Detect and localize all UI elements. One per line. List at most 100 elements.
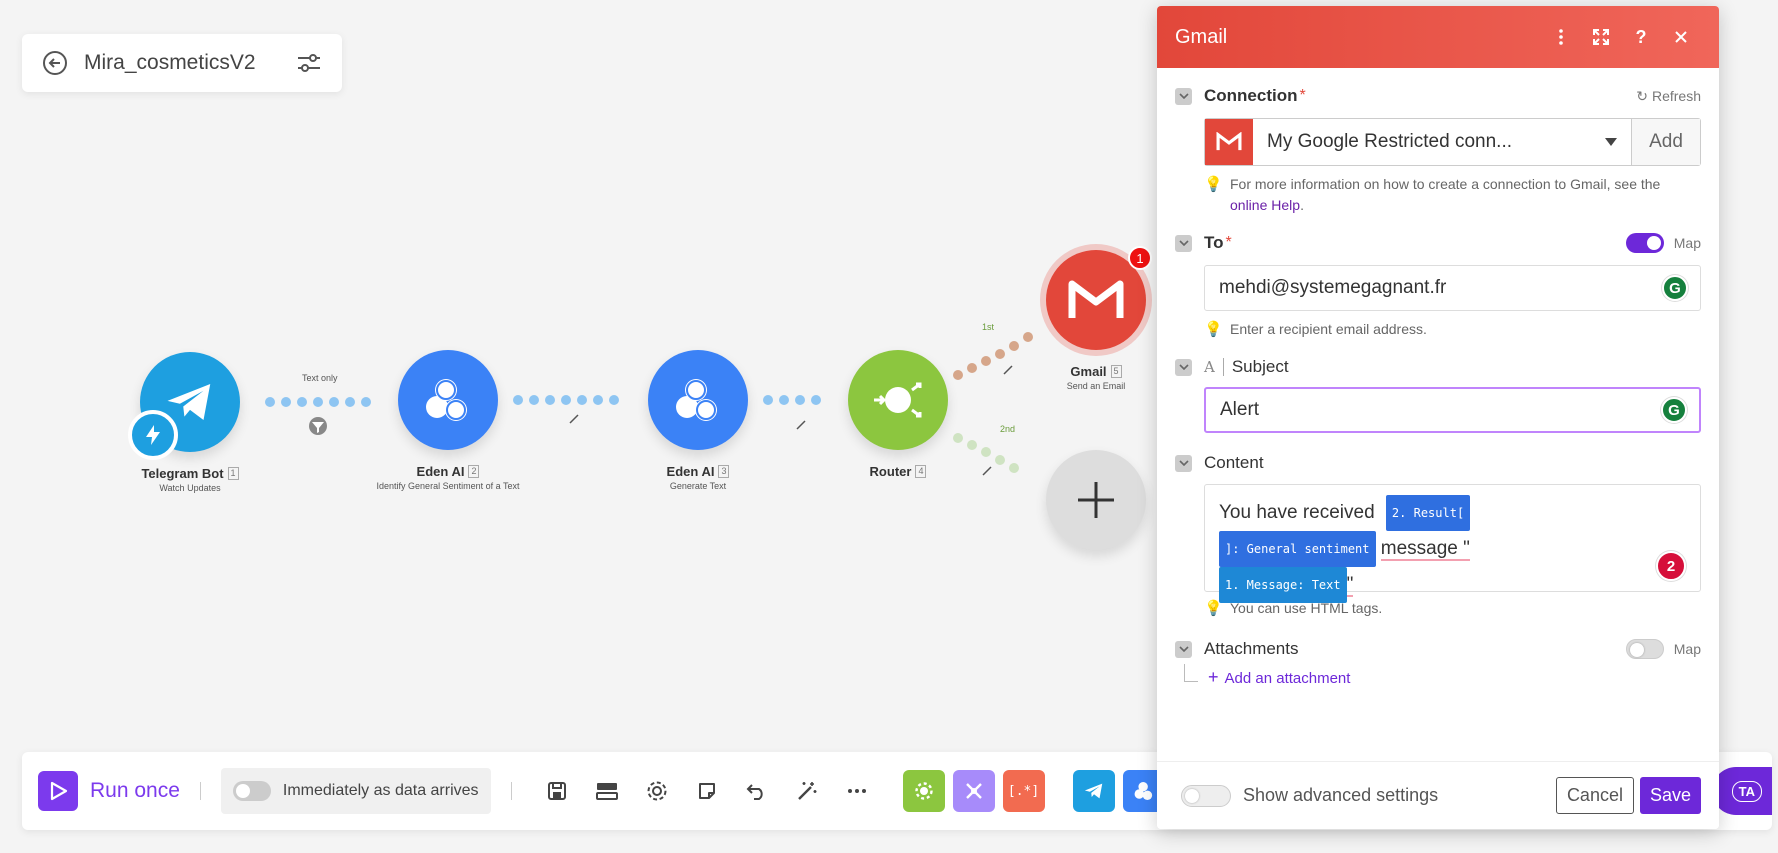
save-button[interactable]: Save — [1639, 777, 1701, 814]
divider — [894, 782, 895, 800]
help-icon[interactable]: ? — [1621, 22, 1661, 52]
flow-control-tile[interactable] — [952, 770, 995, 812]
more-icon — [847, 789, 866, 793]
gear-icon — [914, 782, 933, 800]
module-eden-ai-1[interactable]: Eden AI 2 Identify General Sentiment of a… — [368, 350, 528, 491]
scenario-name[interactable]: Mira_cosmeticsV2 — [84, 51, 294, 75]
to-label: To — [1204, 233, 1224, 252]
mapped-variable-pill[interactable]: 2. Result[ — [1385, 495, 1471, 531]
collapse-toggle[interactable] — [1175, 454, 1192, 472]
content-editor[interactable]: You have received 2. Result[ ]: General … — [1204, 484, 1701, 603]
connection-field: Connection * ↻ Refresh — [1175, 86, 1701, 106]
map-label: Map — [1673, 235, 1701, 251]
collapse-toggle[interactable] — [1175, 358, 1192, 376]
to-hint: 💡 Enter a recipient email address. — [1204, 319, 1701, 340]
grammarly-icon[interactable]: G — [1662, 275, 1688, 301]
telegram-app-tile[interactable] — [1072, 770, 1115, 812]
module-subtitle: Generate Text — [669, 481, 727, 491]
collapse-toggle[interactable] — [1175, 640, 1192, 658]
divider — [199, 782, 201, 800]
module-title: Telegram Bot — [141, 466, 224, 481]
panel-body: Connection * ↻ Refresh My Google Restricte… — [1157, 86, 1719, 688]
online-help-link[interactable]: online Help — [1230, 197, 1300, 213]
mapped-variable-pill[interactable]: 1. Message: Text — [1219, 567, 1347, 603]
gmail-icon — [1205, 119, 1253, 165]
module-index: 4 — [915, 465, 927, 478]
more-options-button[interactable] — [832, 771, 882, 811]
text-type-icon: A — [1204, 358, 1224, 376]
notes-button[interactable] — [682, 771, 732, 811]
subject-input[interactable]: Alert G — [1204, 387, 1701, 433]
connection-label: Connection — [1204, 86, 1298, 105]
module-index: 1 — [227, 467, 239, 480]
route-filter-label[interactable]: Text only — [302, 373, 338, 383]
add-attachment-label: Add an attachment — [1224, 670, 1351, 687]
router-icon — [848, 350, 948, 450]
cancel-button[interactable]: Cancel — [1555, 777, 1634, 814]
module-subtitle: Send an Email — [1066, 381, 1126, 391]
undo-button[interactable] — [732, 771, 782, 811]
schedule-toggle[interactable] — [232, 781, 271, 801]
schedule-setting[interactable]: Immediately as data arrives — [220, 768, 491, 814]
module-eden-ai-2[interactable]: Eden AI 3 Generate Text — [628, 350, 768, 491]
module-router[interactable]: Router 4 — [848, 350, 948, 479]
scheduling-button[interactable] — [582, 771, 632, 811]
attachments-map-toggle[interactable] — [1625, 639, 1664, 659]
grammarly-issues-badge[interactable]: 2 — [1656, 551, 1686, 581]
grammarly-icon[interactable]: G — [1661, 397, 1687, 423]
module-telegram-bot[interactable]: Telegram Bot 1 Watch Updates — [120, 352, 260, 493]
add-attachment-button[interactable]: + Add an attachment — [1208, 667, 1350, 688]
module-subtitle: Watch Updates — [159, 483, 221, 493]
module-index: 2 — [468, 465, 480, 478]
floppy-icon — [547, 782, 566, 800]
collapse-toggle[interactable] — [1175, 87, 1192, 105]
attachments-map-setting: Map — [1625, 639, 1701, 659]
scenario-settings-button[interactable] — [294, 48, 324, 78]
connection-select[interactable]: My Google Restricted conn... — [1253, 119, 1632, 165]
module-index: 3 — [718, 465, 730, 478]
add-connection-button[interactable]: Add — [1632, 119, 1700, 165]
advanced-settings-toggle[interactable] — [1181, 784, 1231, 807]
refresh-label: Refresh — [1651, 88, 1701, 104]
schedule-label: Immediately as data arrives — [282, 782, 479, 799]
scheduling-icon — [595, 783, 618, 800]
run-once-label: Run once — [90, 779, 180, 802]
chevron-down-icon — [1178, 364, 1189, 370]
add-module-button[interactable] — [1046, 450, 1146, 550]
panel-footer: Show advanced settings Cancel Save — [1157, 761, 1719, 829]
text-parser-tile[interactable]: [.*] — [1002, 770, 1045, 812]
route-first-label: 1st — [982, 322, 995, 332]
close-icon[interactable] — [1661, 22, 1701, 52]
to-input[interactable]: mehdi@systemegagnant.fr G — [1204, 265, 1701, 311]
hint-text: For more information on how to create a … — [1230, 176, 1661, 192]
module-title: Eden AI — [666, 464, 715, 479]
plus-icon: + — [1208, 667, 1219, 687]
caret-down-icon — [1605, 138, 1617, 146]
save-scenario-button[interactable] — [532, 771, 582, 811]
kebab-menu-icon[interactable] — [1541, 22, 1581, 52]
partial-promo-button[interactable]: TA — [1712, 767, 1772, 815]
to-map-toggle[interactable] — [1625, 233, 1664, 253]
expand-icon[interactable] — [1581, 22, 1621, 52]
module-gmail[interactable]: 1 Gmail 5 Send an Email — [1046, 246, 1152, 391]
content-label: Content — [1204, 453, 1264, 472]
run-once-button[interactable]: Run once — [38, 771, 180, 811]
refresh-icon: ↻ — [1636, 87, 1648, 104]
module-title: Router — [869, 464, 912, 479]
route-second-label: 2nd — [1000, 424, 1016, 434]
collapse-toggle[interactable] — [1175, 234, 1192, 252]
back-button[interactable] — [40, 48, 70, 78]
chevron-down-icon — [1178, 93, 1189, 99]
gear-icon — [647, 781, 667, 801]
play-icon — [38, 771, 78, 811]
attachments-label: Attachments — [1204, 639, 1299, 658]
lightbulb-icon: 💡 — [1204, 176, 1223, 193]
auto-align-button[interactable] — [782, 771, 832, 811]
to-field: To * Map — [1175, 233, 1701, 253]
connection-value: My Google Restricted conn... — [1267, 131, 1512, 152]
settings-button[interactable] — [632, 771, 682, 811]
refresh-button[interactable]: ↻ Refresh — [1636, 88, 1701, 105]
sliders-icon — [298, 54, 320, 72]
tools-tile[interactable] — [902, 770, 945, 812]
mapped-variable-pill[interactable]: ]: General sentiment — [1219, 531, 1376, 567]
